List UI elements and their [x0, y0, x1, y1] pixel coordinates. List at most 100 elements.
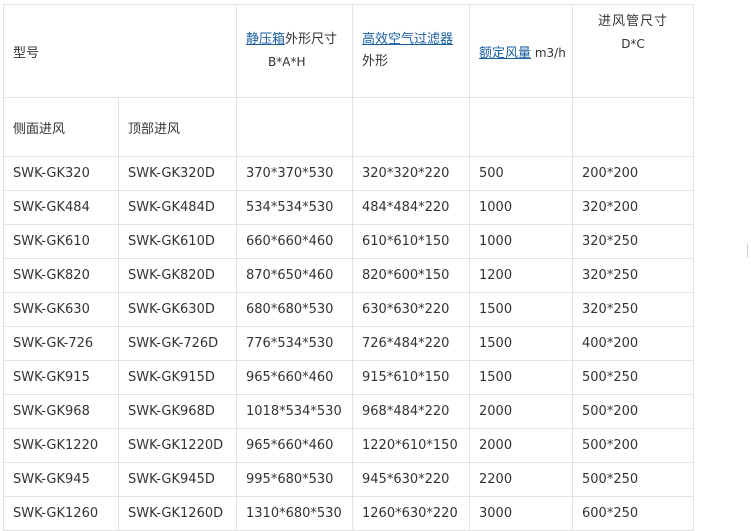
hepa-size-cell: 630*630*220 — [352, 292, 470, 327]
table-row: SWK-GK630 SWK-GK630D 680*680*530 630*630*22… — [3, 292, 694, 327]
airflow-cell: 1500 — [469, 360, 573, 395]
empty-cell — [352, 97, 470, 157]
side-inlet-model-cell: SWK-GK-726 — [3, 326, 119, 361]
plenum-size-cell: 660*660*460 — [236, 224, 353, 259]
side-inlet-label: 侧面进风 — [13, 121, 66, 137]
page: 型号 静压箱外形尺寸 B*A*H 高效空气过滤器 外形 额定风量 m3/h 进风… — [0, 0, 751, 531]
plenum-size-cell: 776*534*530 — [236, 326, 353, 361]
duct-dims-label: D*C — [621, 37, 645, 51]
hepa-size-cell: 484*484*220 — [352, 190, 470, 225]
hepa-size-cell: 820*600*150 — [352, 258, 470, 293]
rated-airflow-link[interactable]: 额定风量 — [479, 46, 531, 61]
top-inlet-cell: 顶部进风 — [118, 97, 237, 157]
hepa-size-cell: 726*484*220 — [352, 326, 470, 361]
plenum-size-cell: 534*534*530 — [236, 190, 353, 225]
header-row: 型号 静压箱外形尺寸 B*A*H 高效空气过滤器 外形 额定风量 m3/h 进风… — [3, 4, 694, 98]
top-inlet-model-cell: SWK-GK484D — [118, 190, 237, 225]
table-row: SWK-GK945 SWK-GK945D 995*680*530 945*630*22… — [3, 462, 694, 497]
top-inlet-model-cell: SWK-GK1220D — [118, 428, 237, 463]
plenum-header-cell: 静压箱外形尺寸 B*A*H — [236, 4, 353, 98]
top-inlet-model-cell: SWK-GK915D — [118, 360, 237, 395]
side-inlet-model-cell: SWK-GK945 — [3, 462, 119, 497]
duct-size-cell: 320*250 — [572, 292, 694, 327]
airflow-unit-label: m3/h — [531, 45, 566, 60]
airflow-cell: 1200 — [469, 258, 573, 293]
table-row: SWK-GK1260 SWK-GK1260D 1310*680*530 1260*63… — [3, 496, 694, 531]
side-inlet-model-cell: SWK-GK915 — [3, 360, 119, 395]
side-inlet-model-cell: SWK-GK630 — [3, 292, 119, 327]
plenum-size-cell: 680*680*530 — [236, 292, 353, 327]
hepa-size-cell: 915*610*150 — [352, 360, 470, 395]
plenum-size-cell: 995*680*530 — [236, 462, 353, 497]
empty-cell — [469, 97, 573, 157]
airflow-cell: 1000 — [469, 224, 573, 259]
duct-size-cell: 500*250 — [572, 462, 694, 497]
table-row: SWK-GK915 SWK-GK915D 965*660*460 915*610*15… — [3, 360, 694, 395]
empty-cell — [572, 97, 694, 157]
hepa-header-label: 外形 — [362, 54, 389, 69]
plenum-link[interactable]: 静压箱 — [246, 32, 285, 47]
hepa-size-cell: 945*630*220 — [352, 462, 470, 497]
duct-header-cell: 进风管尺寸 D*C — [572, 4, 694, 98]
airflow-header-cell: 额定风量 m3/h — [469, 4, 573, 98]
product-spec-table: 型号 静压箱外形尺寸 B*A*H 高效空气过滤器 外形 额定风量 m3/h 进风… — [3, 4, 694, 531]
side-inlet-model-cell: SWK-GK610 — [3, 224, 119, 259]
duct-header-label: 进风管尺寸 — [597, 14, 668, 29]
top-inlet-model-cell: SWK-GK630D — [118, 292, 237, 327]
top-inlet-model-cell: SWK-GK320D — [118, 156, 237, 191]
duct-size-cell: 320*250 — [572, 258, 694, 293]
model-header-cell: 型号 — [3, 4, 237, 98]
top-inlet-model-cell: SWK-GK610D — [118, 224, 237, 259]
airflow-cell: 1500 — [469, 292, 573, 327]
subheader-row: 侧面进风 顶部进风 — [3, 97, 694, 157]
hepa-size-cell: 1220*610*150 — [352, 428, 470, 463]
table-row: SWK-GK968 SWK-GK968D 1018*534*530 968*484*2… — [3, 394, 694, 429]
table-row: SWK-GK320 SWK-GK320D 370*370*530 320*320*22… — [3, 156, 694, 191]
airflow-cell: 2200 — [469, 462, 573, 497]
top-inlet-model-cell: SWK-GK945D — [118, 462, 237, 497]
top-inlet-model-cell: SWK-GK-726D — [118, 326, 237, 361]
table-row: SWK-GK820 SWK-GK820D 870*650*460 820*600*15… — [3, 258, 694, 293]
plenum-size-cell: 1310*680*530 — [236, 496, 353, 531]
duct-size-cell: 500*250 — [572, 360, 694, 395]
airflow-cell: 2000 — [469, 428, 573, 463]
side-inlet-model-cell: SWK-GK320 — [3, 156, 119, 191]
plenum-size-cell: 965*660*460 — [236, 360, 353, 395]
hepa-size-cell: 968*484*220 — [352, 394, 470, 429]
duct-size-cell: 600*250 — [572, 496, 694, 531]
duct-size-cell: 200*200 — [572, 156, 694, 191]
duct-size-cell: 320*200 — [572, 190, 694, 225]
airflow-cell: 3000 — [469, 496, 573, 531]
table-row: SWK-GK610 SWK-GK610D 660*660*460 610*610*15… — [3, 224, 694, 259]
plenum-size-cell: 1018*534*530 — [236, 394, 353, 429]
plenum-size-cell: 870*650*460 — [236, 258, 353, 293]
side-inlet-model-cell: SWK-GK1220 — [3, 428, 119, 463]
airflow-cell: 500 — [469, 156, 573, 191]
duct-size-cell: 320*250 — [572, 224, 694, 259]
top-inlet-model-cell: SWK-GK968D — [118, 394, 237, 429]
plenum-dims-label: B*A*H — [268, 55, 306, 69]
side-inlet-model-cell: SWK-GK820 — [3, 258, 119, 293]
hepa-filter-link[interactable]: 高效空气过滤器 — [362, 32, 453, 47]
model-header: 型号 — [13, 45, 40, 61]
table-row: SWK-GK-726 SWK-GK-726D 776*534*530 726*484*… — [3, 326, 694, 361]
airflow-cell: 2000 — [469, 394, 573, 429]
top-inlet-model-cell: SWK-GK1260D — [118, 496, 237, 531]
scroll-edge-mark — [747, 244, 751, 258]
table-row: SWK-GK1220 SWK-GK1220D 965*660*460 1220*610… — [3, 428, 694, 463]
side-inlet-cell: 侧面进风 — [3, 97, 119, 157]
table-row: SWK-GK484 SWK-GK484D 534*534*530 484*484*22… — [3, 190, 694, 225]
empty-cell — [236, 97, 353, 157]
duct-size-cell: 400*200 — [572, 326, 694, 361]
top-inlet-label: 顶部进风 — [128, 121, 181, 137]
side-inlet-model-cell: SWK-GK1260 — [3, 496, 119, 531]
side-inlet-model-cell: SWK-GK484 — [3, 190, 119, 225]
hepa-size-cell: 610*610*150 — [352, 224, 470, 259]
top-inlet-model-cell: SWK-GK820D — [118, 258, 237, 293]
side-inlet-model-cell: SWK-GK968 — [3, 394, 119, 429]
plenum-size-cell: 370*370*530 — [236, 156, 353, 191]
duct-size-cell: 500*200 — [572, 428, 694, 463]
plenum-header-label: 外形尺寸 — [285, 32, 338, 47]
plenum-size-cell: 965*660*460 — [236, 428, 353, 463]
hepa-size-cell: 320*320*220 — [352, 156, 470, 191]
